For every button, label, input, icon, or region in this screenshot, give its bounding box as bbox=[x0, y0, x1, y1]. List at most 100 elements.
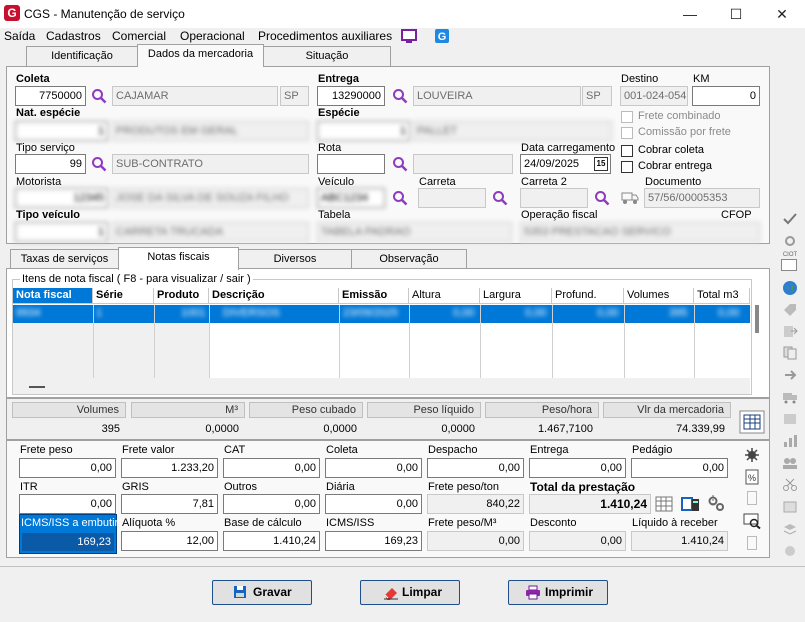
globe-icon[interactable] bbox=[782, 280, 798, 296]
frete-valor-input[interactable]: 1.233,20 bbox=[121, 458, 218, 478]
tipo-servico-code-input[interactable]: 99 bbox=[15, 154, 86, 174]
copy-icon[interactable] bbox=[782, 346, 798, 360]
maximize-button[interactable]: ☐ bbox=[713, 0, 759, 28]
close-button[interactable]: ✕ bbox=[759, 0, 805, 28]
col-emissao[interactable]: Emissão bbox=[339, 288, 409, 304]
col-altura[interactable]: Altura bbox=[409, 288, 480, 304]
app-shortcut-icon[interactable]: G bbox=[434, 28, 450, 44]
especie-code-input[interactable]: 1 bbox=[317, 121, 410, 141]
gear-icon[interactable] bbox=[782, 234, 798, 248]
cobrar-entrega-checkbox[interactable] bbox=[621, 161, 633, 173]
chart-icon[interactable] bbox=[782, 434, 798, 448]
col-largura[interactable]: Largura bbox=[480, 288, 552, 304]
icms-embutir-field[interactable]: ICMS/ISS a embutir 169,23 bbox=[19, 514, 118, 554]
entrega-code-input[interactable]: 13290000 bbox=[317, 86, 385, 106]
menu-saida[interactable]: Saída bbox=[4, 28, 35, 46]
col-produto[interactable]: Produto bbox=[154, 288, 209, 304]
tab-observacao[interactable]: Observação bbox=[351, 249, 467, 269]
search-icon[interactable] bbox=[392, 88, 408, 104]
calendar-icon[interactable]: 15 bbox=[594, 157, 608, 171]
minimize-button[interactable]: — bbox=[667, 0, 713, 28]
tipo-servico-desc-field: SUB-CONTRATO bbox=[112, 154, 309, 174]
col-profund[interactable]: Profund. bbox=[552, 288, 624, 304]
menu-procedimentos-auxiliares[interactable]: Procedimentos auxiliares bbox=[258, 28, 392, 46]
config-icon[interactable] bbox=[782, 544, 798, 558]
frete-combinado-checkbox[interactable] bbox=[621, 111, 633, 123]
gear-settings-icon[interactable] bbox=[707, 494, 725, 512]
outros-input[interactable]: 0,00 bbox=[223, 494, 320, 514]
gris-input[interactable]: 7,81 bbox=[121, 494, 218, 514]
search-icon[interactable] bbox=[594, 190, 610, 206]
percent-document-icon[interactable]: % bbox=[745, 469, 759, 485]
col-total-m3[interactable]: Total m3 bbox=[694, 288, 750, 304]
menu-cadastros[interactable]: Cadastros bbox=[46, 28, 101, 46]
diaria-input[interactable]: 0,00 bbox=[325, 494, 422, 514]
tag-icon[interactable] bbox=[782, 302, 798, 316]
cobrar-coleta-checkbox[interactable] bbox=[621, 145, 633, 157]
table-row[interactable]: 9934 1 1001 DIVERSOS 23/09/2025 0,00 0,0… bbox=[13, 305, 750, 323]
col-volumes[interactable]: Volumes bbox=[624, 288, 694, 304]
export-icon[interactable] bbox=[782, 324, 798, 338]
rota-input[interactable] bbox=[317, 154, 385, 174]
pointer-icon[interactable] bbox=[782, 368, 798, 382]
coleta-code-input[interactable]: 7750000 bbox=[15, 86, 86, 106]
veiculo-input[interactable]: ABC1234 bbox=[317, 188, 385, 208]
despacho-input[interactable]: 0,00 bbox=[427, 458, 524, 478]
scroll-thumb[interactable] bbox=[29, 386, 45, 388]
list-icon[interactable] bbox=[782, 412, 798, 426]
icms-iss-input[interactable]: 169,23 bbox=[325, 531, 422, 551]
truck-icon[interactable] bbox=[621, 191, 639, 205]
tot-vlr-mercadoria-header: Vlr da mercadoria bbox=[603, 402, 731, 418]
base-calculo-input[interactable]: 1.410,24 bbox=[223, 531, 320, 551]
title-bar: G CGS - Manutenção de serviço — ☐ ✕ bbox=[0, 0, 805, 28]
document-icon bbox=[747, 491, 757, 505]
pedagio-input[interactable]: 0,00 bbox=[631, 458, 728, 478]
spreadsheet-icon[interactable] bbox=[655, 496, 673, 512]
ciot-icon[interactable] bbox=[781, 259, 797, 271]
comissao-por-frete-checkbox[interactable] bbox=[621, 127, 633, 139]
truck-toolbar-icon[interactable] bbox=[782, 390, 798, 404]
vertical-scroll-thumb[interactable] bbox=[755, 305, 759, 333]
km-input[interactable]: 0 bbox=[692, 86, 760, 106]
gravar-button[interactable]: Gravar bbox=[212, 580, 312, 605]
entrega-valor-input[interactable]: 0,00 bbox=[529, 458, 626, 478]
search-icon[interactable] bbox=[91, 88, 107, 104]
search-icon[interactable] bbox=[392, 190, 408, 206]
search-icon[interactable] bbox=[91, 156, 107, 172]
coleta-valor-input[interactable]: 0,00 bbox=[325, 458, 422, 478]
aliquota-input[interactable]: 12,00 bbox=[121, 531, 218, 551]
nat-especie-code-input[interactable]: 1 bbox=[15, 121, 108, 141]
tipo-veiculo-code-input[interactable]: 1 bbox=[15, 222, 108, 242]
virus-scan-icon[interactable] bbox=[743, 447, 761, 463]
col-serie[interactable]: Série bbox=[93, 288, 154, 304]
frete-peso-input[interactable]: 0,00 bbox=[19, 458, 116, 478]
zoom-window-icon[interactable] bbox=[743, 513, 761, 529]
team-icon[interactable] bbox=[782, 456, 798, 470]
km-label: KM bbox=[693, 73, 710, 85]
scissors-icon[interactable] bbox=[782, 478, 798, 492]
horizontal-scrollbar[interactable] bbox=[13, 378, 750, 394]
col-descricao[interactable]: Descrição bbox=[209, 288, 339, 304]
cfop-label: CFOP bbox=[721, 209, 752, 221]
search-icon[interactable] bbox=[492, 190, 508, 206]
tab-situacao[interactable]: Situação bbox=[263, 46, 391, 66]
form-icon[interactable] bbox=[782, 500, 798, 514]
tab-identificacao[interactable]: Identificação bbox=[26, 46, 138, 66]
tab-diversos[interactable]: Diversos bbox=[238, 249, 352, 269]
tab-notas-fiscais[interactable]: Notas fiscais bbox=[118, 247, 239, 270]
cat-input[interactable]: 0,00 bbox=[223, 458, 320, 478]
search-icon[interactable] bbox=[392, 156, 408, 172]
layers-icon[interactable] bbox=[782, 522, 798, 536]
icms-iss-label: ICMS/ISS bbox=[326, 517, 375, 529]
check-icon[interactable] bbox=[782, 212, 798, 226]
book-calculator-icon[interactable] bbox=[680, 495, 700, 513]
limpar-button[interactable]: Limpar bbox=[360, 580, 460, 605]
tab-dados-da-mercadoria[interactable]: Dados da mercadoria bbox=[137, 44, 264, 67]
monitor-icon[interactable] bbox=[401, 29, 417, 44]
itr-input[interactable]: 0,00 bbox=[19, 494, 116, 514]
col-nota-fiscal[interactable]: Nota fiscal bbox=[13, 288, 93, 304]
motorista-code-input[interactable]: 12345 bbox=[15, 188, 108, 208]
calculator-icon[interactable] bbox=[739, 410, 765, 434]
imprimir-button[interactable]: Imprimir bbox=[508, 580, 608, 605]
tab-taxas-de-servicos[interactable]: Taxas de serviços bbox=[10, 249, 119, 269]
